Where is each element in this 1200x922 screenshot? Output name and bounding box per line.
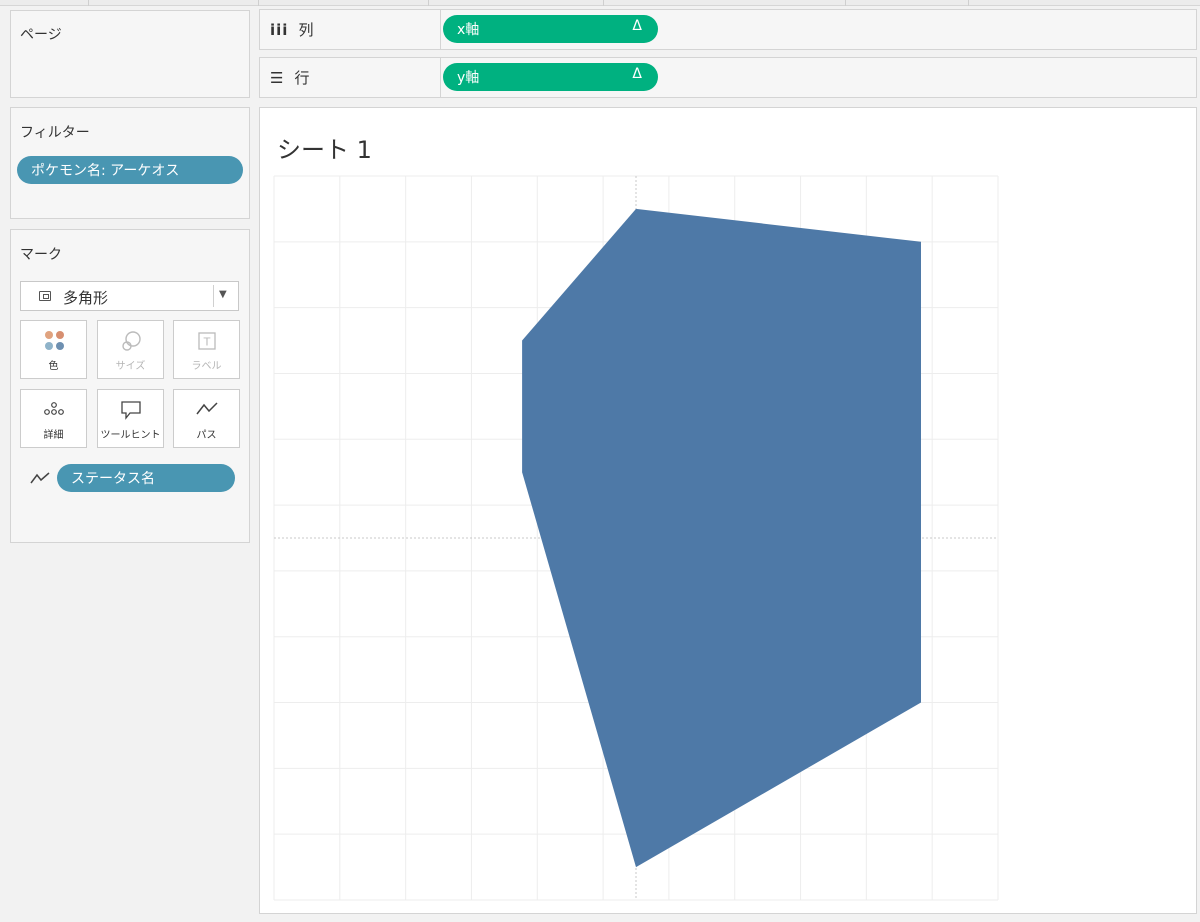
size-button-label: サイズ: [115, 361, 146, 372]
svg-text:T: T: [202, 336, 210, 349]
delta-icon: Δ: [632, 18, 642, 34]
marks-card-title: マーク: [20, 247, 62, 263]
delta-icon: Δ: [632, 66, 642, 82]
detail-button[interactable]: 詳細: [20, 389, 87, 448]
polygon-mark-icon: [39, 291, 51, 301]
rows-pill-y-axis[interactable]: y軸 Δ: [443, 63, 658, 91]
detail-dots-icon: [21, 399, 86, 424]
path-button[interactable]: パス: [173, 389, 240, 448]
pages-card-title: ページ: [20, 27, 62, 43]
size-circles-icon: [98, 330, 163, 359]
rows-pill-label: y軸: [457, 70, 480, 86]
columns-pill-x-axis[interactable]: x軸 Δ: [443, 15, 658, 43]
path-button-label: パス: [196, 430, 217, 441]
color-button-label: 色: [48, 361, 59, 372]
path-line-icon: [174, 399, 239, 424]
tooltip-bubble-icon: [98, 399, 163, 426]
mark-type-label: 多角形: [63, 289, 109, 307]
columns-icon: iii: [270, 20, 289, 39]
columns-shelf[interactable]: iii 列 x軸 Δ: [259, 9, 1197, 50]
filters-card[interactable]: フィルター ポケモン名: アーケオス: [10, 107, 250, 219]
rows-shelf[interactable]: ☰ 行 y軸 Δ: [259, 57, 1197, 98]
size-button[interactable]: サイズ: [97, 320, 164, 379]
columns-shelf-label: iii 列: [260, 10, 441, 49]
mark-type-dropdown[interactable]: 多角形 ▼: [20, 281, 239, 311]
top-toolbar-strip: [0, 0, 1200, 6]
tooltip-button[interactable]: ツールヒント: [97, 389, 164, 448]
rows-shelf-label: ☰ 行: [260, 58, 441, 97]
color-dots-icon: [45, 331, 65, 351]
marks-card[interactable]: マーク 多角形 ▼ 色 サイズ T ラベル 詳細 ツールヒント パス ステータス…: [10, 229, 250, 543]
path-encoding-icon: [29, 470, 51, 490]
polygon-plot[interactable]: [260, 108, 1196, 913]
rows-shelf-text: 行: [294, 69, 310, 87]
label-button-label: ラベル: [191, 361, 222, 372]
filters-card-title: フィルター: [20, 125, 90, 141]
chevron-down-icon[interactable]: ▼: [219, 289, 227, 300]
view-canvas[interactable]: シート 1: [259, 107, 1197, 914]
tooltip-button-label: ツールヒント: [100, 430, 161, 441]
columns-shelf-text: 列: [298, 21, 314, 39]
label-t-icon: T: [174, 330, 239, 357]
columns-pill-label: x軸: [457, 22, 480, 38]
path-pill-status-name[interactable]: ステータス名: [57, 464, 235, 492]
rows-icon: ☰: [270, 68, 285, 87]
pages-card[interactable]: ページ: [10, 10, 250, 98]
label-button[interactable]: T ラベル: [173, 320, 240, 379]
detail-button-label: 詳細: [43, 430, 64, 441]
filter-pill-pokemon-name[interactable]: ポケモン名: アーケオス: [17, 156, 243, 184]
color-button[interactable]: 色: [20, 320, 87, 379]
